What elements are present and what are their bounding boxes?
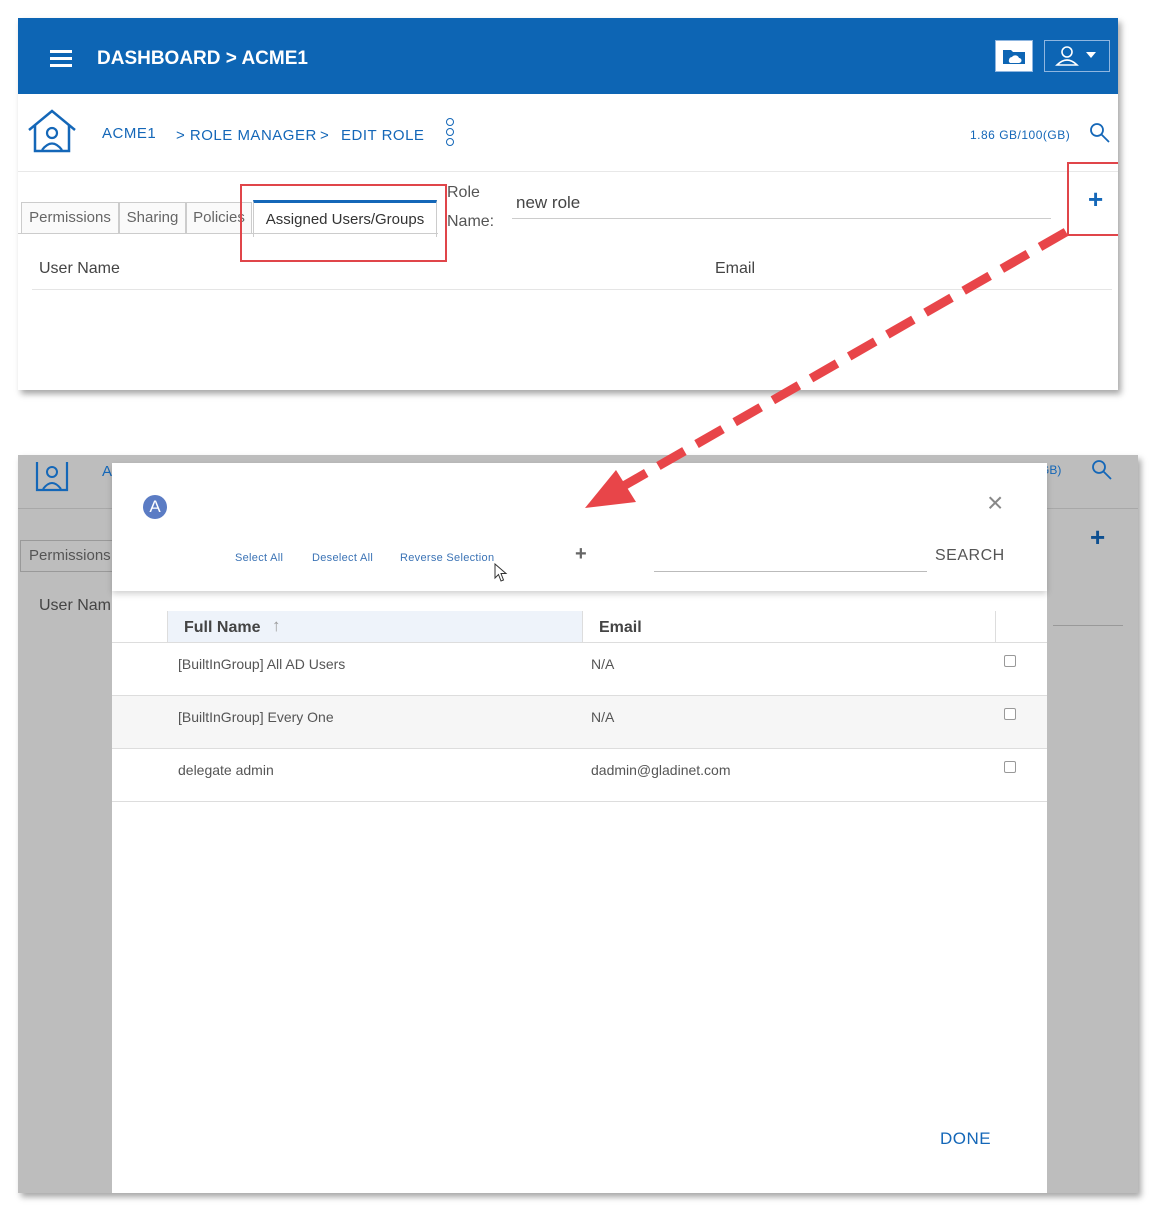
callout-arrow <box>585 228 1069 508</box>
